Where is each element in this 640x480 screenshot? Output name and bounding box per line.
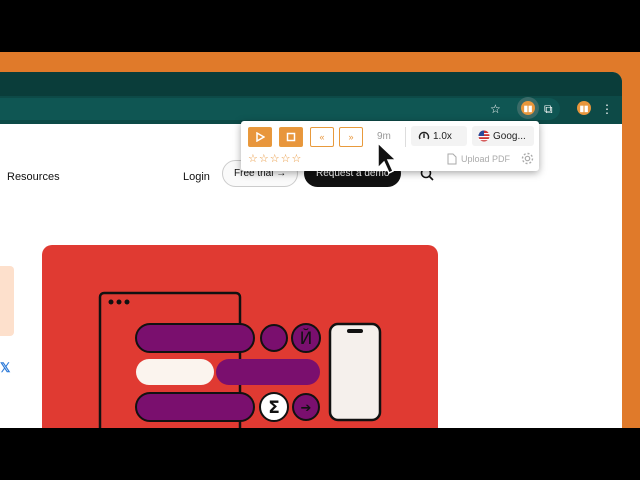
document-icon <box>447 153 457 165</box>
extensions-puzzle-icon[interactable]: ⧉ <box>544 101 553 117</box>
purple-bar-2 <box>216 359 320 385</box>
cyrillic-glyph: Й <box>300 327 313 349</box>
x-social-icon[interactable]: 𝕏 <box>0 360 10 376</box>
browser-menu-icon[interactable]: ⋮ <box>601 101 613 117</box>
speedometer-icon <box>418 131 430 140</box>
rewind-button[interactable]: « <box>310 127 334 147</box>
stop-icon <box>286 132 296 142</box>
time-remaining: 9m <box>377 131 391 142</box>
white-bar <box>136 359 214 385</box>
nav-login[interactable]: Login <box>183 171 210 183</box>
hero-graphic: Й Σ ➔ <box>98 291 382 428</box>
mouse-cursor-icon <box>377 142 398 175</box>
nav-resources[interactable]: Resources <box>7 171 60 183</box>
profile-avatar-icon[interactable]: ▮▮ <box>577 101 591 115</box>
sigma-glyph: Σ <box>268 398 280 418</box>
purple-bar-3 <box>135 392 255 422</box>
window-dot-3 <box>124 299 130 305</box>
window-dot-1 <box>108 299 114 305</box>
settings-gear-icon[interactable] <box>521 152 534 165</box>
voice-value: Goog... <box>493 131 526 142</box>
divider <box>405 127 406 147</box>
airplane-icon: ➔ <box>301 401 312 416</box>
address-bar[interactable] <box>0 98 560 120</box>
side-panel-tab[interactable] <box>0 266 14 336</box>
phone-notch <box>347 329 363 333</box>
forward-button[interactable]: » <box>339 127 363 147</box>
forward-icon: » <box>348 132 354 142</box>
us-flag-icon <box>478 130 490 142</box>
window-dot-2 <box>116 299 122 305</box>
play-button[interactable] <box>248 127 272 147</box>
browser-toolbar: ☆ ▮▮ ⧉ ▮▮ ⋮ <box>0 72 622 124</box>
desktop-background: ☆ ▮▮ ⧉ ▮▮ ⋮ Resources Login Free trial →… <box>0 52 640 428</box>
purple-bar-1 <box>135 323 255 353</box>
rating-stars[interactable]: ☆☆☆☆☆ <box>248 152 302 165</box>
speechify-extension-icon[interactable]: ▮▮ <box>521 101 535 115</box>
voice-selector[interactable]: Goog... <box>472 126 534 146</box>
upload-pdf-button[interactable]: Upload PDF <box>461 154 510 164</box>
stop-button[interactable] <box>279 127 303 147</box>
speed-value: 1.0x <box>433 131 452 142</box>
hero-illustration: Й Σ ➔ <box>42 245 438 428</box>
bookmark-star-icon[interactable]: ☆ <box>490 101 501 117</box>
phone-illustration <box>328 322 382 422</box>
rewind-icon: « <box>319 132 325 142</box>
play-icon <box>256 132 265 142</box>
speed-selector[interactable]: 1.0x <box>411 126 467 146</box>
purple-circle <box>260 324 288 352</box>
tab-strip <box>0 72 622 96</box>
